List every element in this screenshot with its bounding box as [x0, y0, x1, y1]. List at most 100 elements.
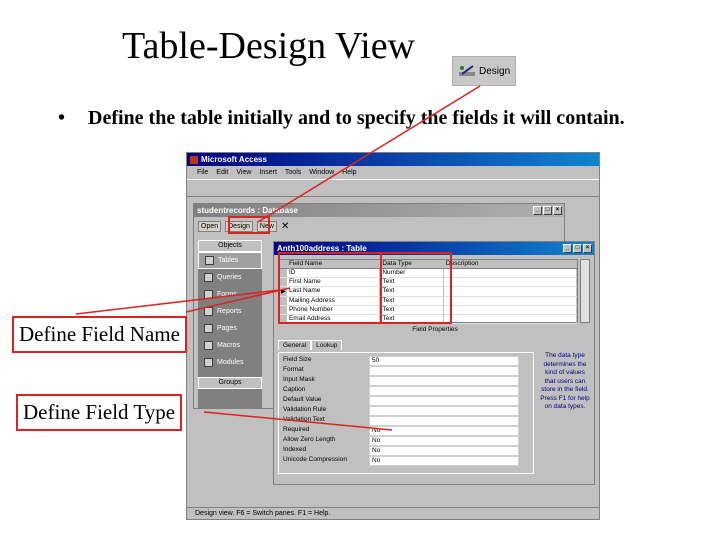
- property-label: Caption: [283, 386, 306, 393]
- format-icon[interactable]: [307, 182, 319, 194]
- field-name-highlight: [278, 252, 382, 324]
- property-value[interactable]: 50: [369, 356, 519, 366]
- close-button[interactable]: ×: [553, 206, 562, 215]
- menu-item-view[interactable]: View: [236, 169, 251, 176]
- property-value[interactable]: [369, 366, 519, 376]
- property-label: Format: [283, 366, 304, 373]
- maximize-button[interactable]: □: [543, 206, 552, 215]
- index-icon[interactable]: [349, 182, 361, 194]
- property-value[interactable]: No: [369, 436, 519, 446]
- property-value[interactable]: [369, 416, 519, 426]
- property-row: Field Size 50: [283, 356, 529, 366]
- menu-item-insert[interactable]: Insert: [259, 169, 277, 176]
- define-field-type-label: Define Field Type: [16, 394, 183, 431]
- object-label: Macros: [217, 342, 240, 349]
- property-row: Indexed No: [283, 446, 529, 456]
- tables-icon: [205, 256, 214, 265]
- menu-item-window[interactable]: Window: [309, 169, 334, 176]
- object-label: Modules: [217, 359, 244, 366]
- maximize-button[interactable]: □: [573, 244, 582, 253]
- open-button[interactable]: Open: [198, 220, 222, 232]
- copy-icon[interactable]: [279, 182, 291, 194]
- property-label: Validation Rule: [283, 406, 327, 413]
- property-label: Required: [283, 426, 310, 433]
- description-cell[interactable]: [444, 296, 578, 305]
- field-properties-label: Field Properties: [412, 326, 458, 333]
- menu-item-help[interactable]: Help: [342, 169, 356, 176]
- object-modules[interactable]: Modules: [198, 354, 262, 371]
- object-tables[interactable]: Tables: [198, 252, 262, 269]
- object-macros[interactable]: Macros: [198, 337, 262, 354]
- delete-row-icon[interactable]: [377, 182, 389, 194]
- menu-item-file[interactable]: File: [197, 169, 208, 176]
- print-icon[interactable]: [223, 182, 235, 194]
- property-label: Input Mask: [283, 376, 315, 383]
- new-object-icon[interactable]: [433, 182, 445, 194]
- menu-item-edit[interactable]: Edit: [216, 169, 228, 176]
- preview-icon[interactable]: [237, 182, 249, 194]
- undo-icon[interactable]: [321, 182, 333, 194]
- object-pages[interactable]: Pages: [198, 320, 262, 337]
- property-row: Input Mask: [283, 376, 529, 386]
- macros-icon: [204, 341, 213, 350]
- cut-icon[interactable]: [265, 182, 277, 194]
- description-cell[interactable]: [444, 314, 578, 324]
- minimize-button[interactable]: _: [563, 244, 572, 253]
- design-button-badge: Design: [452, 56, 516, 86]
- groups-header: Groups: [198, 377, 262, 389]
- properties-icon[interactable]: [391, 182, 403, 194]
- property-value[interactable]: No: [369, 426, 519, 436]
- minimize-button[interactable]: _: [533, 206, 542, 215]
- grid-scrollbar[interactable]: [580, 259, 590, 323]
- property-row: Unicode Compression No: [283, 456, 529, 466]
- object-queries[interactable]: Queries: [198, 269, 262, 286]
- property-label: Indexed: [283, 446, 307, 453]
- objects-bar: Objects Tables Queries Forms Reports Pages Ma…: [198, 240, 262, 408]
- property-value[interactable]: [369, 376, 519, 386]
- access-title: Microsoft Access: [201, 155, 267, 164]
- object-reports[interactable]: Reports: [198, 303, 262, 320]
- slide-title: Table-Design View: [122, 25, 415, 67]
- design-button-highlight: [228, 216, 270, 234]
- description-cell[interactable]: [444, 278, 578, 287]
- property-value[interactable]: [369, 406, 519, 416]
- property-row: Format: [283, 366, 529, 376]
- insert-row-icon[interactable]: [363, 182, 375, 194]
- save-icon[interactable]: [209, 182, 221, 194]
- close-button[interactable]: ×: [583, 244, 592, 253]
- object-label: Tables: [218, 257, 239, 264]
- tab-general[interactable]: General: [278, 340, 312, 350]
- key-icon[interactable]: [335, 182, 347, 194]
- tab-lookup[interactable]: Lookup: [311, 340, 343, 350]
- database-icon[interactable]: [419, 182, 431, 194]
- description-cell[interactable]: [444, 269, 578, 278]
- object-label: Forms: [217, 291, 237, 298]
- property-value[interactable]: No: [369, 446, 519, 456]
- queries-icon: [204, 273, 213, 282]
- property-row: Allow Zero Length No: [283, 436, 529, 446]
- object-forms[interactable]: Forms: [198, 286, 262, 303]
- main-toolbar: [187, 179, 599, 197]
- objects-header: Objects: [198, 240, 262, 252]
- menu-item-tools[interactable]: Tools: [285, 169, 301, 176]
- object-label: Reports: [217, 308, 242, 315]
- field-properties: Field Properties General Lookup Field Si…: [278, 326, 592, 480]
- description-cell[interactable]: [444, 305, 578, 314]
- property-value[interactable]: [369, 386, 519, 396]
- property-row: Caption: [283, 386, 529, 396]
- spell-icon[interactable]: [251, 182, 263, 194]
- access-key-icon: [190, 155, 198, 164]
- design-badge-label: Design: [479, 65, 511, 77]
- property-value[interactable]: No: [369, 456, 519, 466]
- paste-icon[interactable]: [293, 182, 305, 194]
- property-row: Validation Rule: [283, 406, 529, 416]
- build-icon[interactable]: [405, 182, 417, 194]
- help-icon[interactable]: [447, 182, 459, 194]
- delete-icon[interactable]: ✕: [281, 221, 289, 232]
- reports-icon: [204, 307, 213, 316]
- description-cell[interactable]: [444, 287, 578, 296]
- design-ruler-icon: [459, 65, 475, 76]
- property-label: Unicode Compression: [283, 456, 347, 463]
- property-value[interactable]: [369, 396, 519, 406]
- table-icon[interactable]: [195, 182, 207, 194]
